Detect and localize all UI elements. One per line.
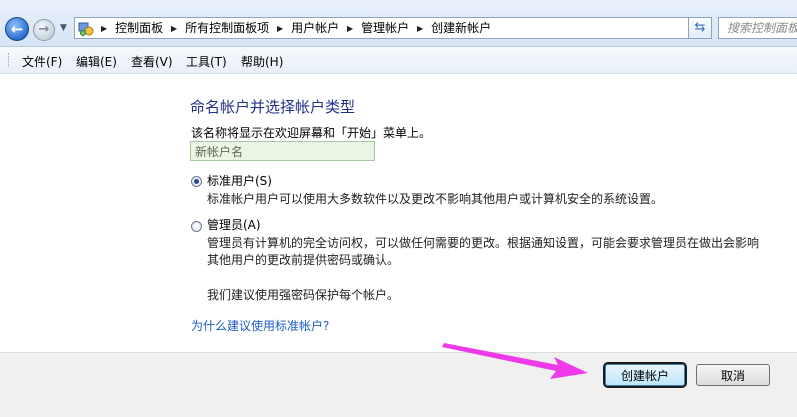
- breadcrumb-item[interactable]: 管理帐户: [361, 21, 409, 35]
- address-bar[interactable]: ▶控制面板 ▶所有控制面板项 ▶用户帐户 ▶管理帐户 ▶创建新帐户 ▼: [74, 17, 710, 39]
- breadcrumb-item[interactable]: 控制面板: [115, 21, 163, 35]
- breadcrumb-item[interactable]: 创建新帐户: [431, 21, 491, 35]
- annotation-arrow-shape: [442, 343, 588, 379]
- breadcrumb: ▶ 控制面板 ▶ 所有控制面板项 ▶ 用户帐户 ▶ 管理帐户 ▶ 创建新帐户: [97, 18, 491, 38]
- standard-user-radio[interactable]: [191, 176, 202, 187]
- breadcrumb-item[interactable]: 所有控制面板项: [185, 21, 269, 35]
- administrator-radio[interactable]: [191, 221, 202, 232]
- breadcrumb-separator-icon[interactable]: ▶: [347, 24, 353, 33]
- breadcrumb-item[interactable]: 用户帐户: [291, 21, 339, 35]
- administrator-label[interactable]: 管理员(A): [207, 216, 261, 233]
- toolbar-grip: [8, 53, 12, 67]
- button-panel: 创建帐户 取消: [0, 352, 797, 417]
- menu-tools[interactable]: 工具(T): [186, 53, 227, 70]
- menu-view[interactable]: 查看(V): [131, 53, 173, 70]
- standard-user-label[interactable]: 标准用户(S): [207, 172, 272, 189]
- breadcrumb-separator-icon: ▶: [101, 24, 108, 33]
- menu-file[interactable]: 文件(F): [22, 53, 62, 70]
- forward-arrow-icon[interactable]: →: [33, 19, 55, 41]
- administrator-description-line1: 管理员有计算机的完全访问权，可以做任何需要的更改。根据通知设置，可能会要求管理员…: [207, 236, 760, 250]
- main-content: 命名帐户并选择帐户类型 该名称将显示在欢迎屏幕和「开始」菜单上。 标准用户(S)…: [0, 74, 797, 352]
- annotation-arrow-icon: [442, 343, 588, 379]
- create-account-button[interactable]: 创建帐户: [605, 364, 685, 386]
- breadcrumb-separator-icon[interactable]: ▶: [417, 24, 423, 33]
- cancel-button[interactable]: 取消: [696, 364, 770, 386]
- history-dropdown-icon[interactable]: ▼: [60, 23, 70, 33]
- password-recommendation: 我们建议使用强密码保护每个帐户。: [207, 288, 400, 302]
- refresh-icon[interactable]: ⇆: [688, 17, 712, 39]
- account-name-input[interactable]: [190, 141, 375, 161]
- menu-help[interactable]: 帮助(H): [241, 53, 283, 70]
- breadcrumb-separator-icon[interactable]: ▶: [277, 24, 283, 33]
- control-panel-icon: [78, 22, 94, 36]
- search-input[interactable]: 搜索控制面板: [718, 17, 797, 39]
- back-arrow-icon[interactable]: ←: [5, 17, 29, 41]
- administrator-description-line2: 其他用户的更改前提供密码或确认。: [207, 253, 400, 267]
- breadcrumb-separator-icon[interactable]: ▶: [171, 24, 177, 33]
- why-standard-account-link[interactable]: 为什么建议使用标准帐户?: [191, 317, 329, 334]
- name-description: 该名称将显示在欢迎屏幕和「开始」菜单上。: [191, 126, 432, 140]
- menu-bar: 文件(F) 编辑(E) 查看(V) 工具(T) 帮助(H): [0, 47, 797, 74]
- standard-user-description: 标准帐户用户可以使用大多数软件以及更改不影响其他用户或计算机安全的系统设置。: [207, 192, 664, 206]
- menu-edit[interactable]: 编辑(E): [76, 53, 117, 70]
- navigation-bar: ← → ▼ ▶ 控制面板 ▶ 所有控制面板项 ▶ 用户帐户 ▶ 管理帐户 ▶ 创建新帐户 …: [0, 0, 797, 47]
- page-title: 命名帐户并选择帐户类型: [190, 98, 356, 116]
